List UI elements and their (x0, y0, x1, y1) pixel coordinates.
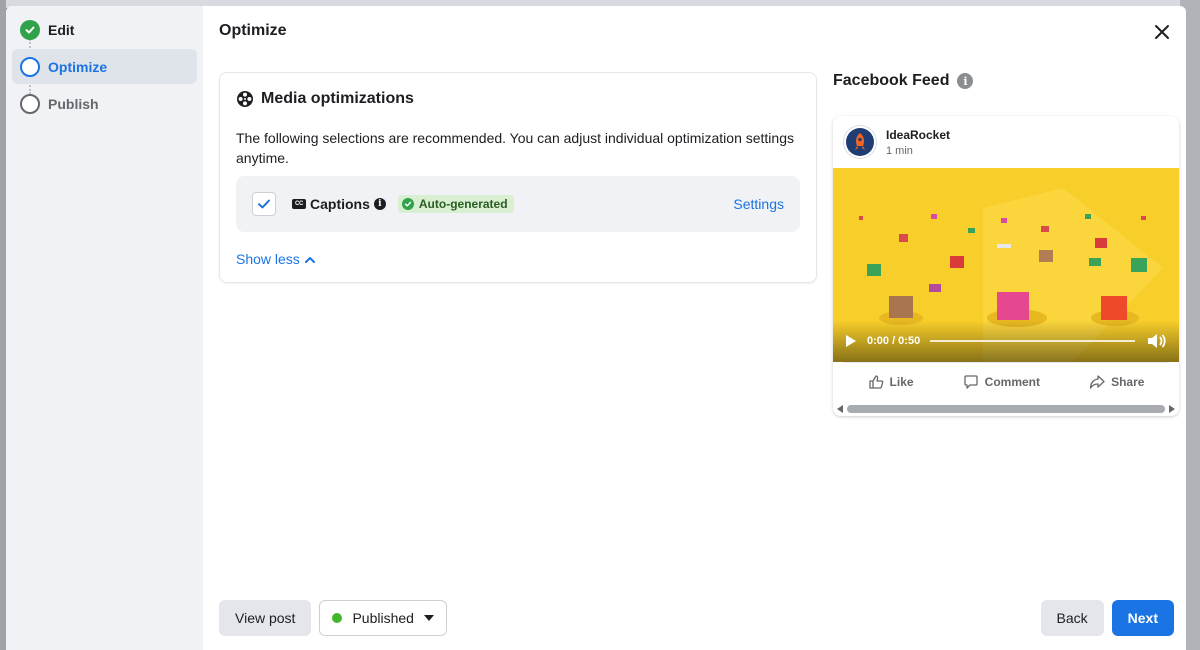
rocket-logo-icon (846, 128, 874, 156)
film-reel-icon (237, 91, 253, 107)
check-circle-icon (401, 198, 414, 210)
captions-label: Captions (310, 196, 370, 212)
closed-captions-icon: CC (292, 199, 306, 209)
page-title: Optimize (219, 22, 287, 39)
preview-title-label: Facebook Feed (833, 72, 950, 89)
step-publish[interactable]: Publish (12, 86, 197, 121)
view-post-button[interactable]: View post (219, 600, 312, 636)
settings-link[interactable]: Settings (733, 196, 784, 212)
checkmark-icon (258, 199, 270, 209)
horizontal-scrollbar[interactable] (833, 402, 1179, 416)
share-icon (1089, 374, 1105, 389)
card-description: The following selections are recommended… (236, 130, 794, 166)
comment-icon (964, 374, 978, 389)
main-panel: Optimize Media optimizations The followi… (203, 6, 1186, 650)
show-less-label: Show less (236, 251, 300, 267)
scroll-left-icon[interactable] (837, 405, 843, 413)
captions-checkbox[interactable] (252, 192, 276, 216)
post-meta: IdeaRocket 1 min (886, 128, 950, 157)
preview-title: Facebook Feed i (833, 72, 974, 90)
scrollbar-thumb[interactable] (847, 405, 1165, 413)
auto-generated-badge: Auto-generated (397, 195, 514, 213)
step-label: Edit (48, 21, 75, 38)
video-scrubber[interactable] (930, 340, 1135, 342)
post-dialog: Edit Optimize Publish Optimize Media opt… (6, 6, 1186, 650)
card-title: Media optimizations (261, 90, 414, 107)
info-glyph: i (963, 74, 968, 88)
chevron-up-icon (304, 256, 315, 263)
volume-icon[interactable] (1147, 333, 1167, 349)
footer-right: Back Next (1040, 600, 1174, 636)
show-less-link[interactable]: Show less (236, 251, 315, 267)
close-icon (1155, 25, 1169, 39)
video-controls: 0:00 / 0:50 (833, 320, 1179, 362)
step-label: Optimize (48, 58, 108, 75)
close-button[interactable] (1150, 20, 1174, 44)
share-button[interactable]: Share (1089, 374, 1144, 390)
info-icon[interactable]: i (373, 198, 386, 210)
info-icon[interactable]: i (957, 73, 974, 89)
post-time: 1 min (886, 144, 913, 157)
video-player[interactable]: 0:00 / 0:50 (833, 168, 1179, 362)
card-header: Media optimizations (236, 90, 800, 108)
share-label: Share (1111, 374, 1145, 389)
steps-sidebar: Edit Optimize Publish (6, 6, 203, 650)
pending-step-circle-icon (20, 93, 40, 114)
scroll-right-icon[interactable] (1169, 405, 1175, 413)
caret-down-icon (423, 615, 434, 621)
footer-left: View post Published (219, 600, 447, 636)
info-glyph: i (378, 199, 382, 209)
play-icon[interactable] (845, 334, 857, 348)
feed-post-preview: IdeaRocket 1 min 0:00 / 0:50 Like Commen… (833, 116, 1179, 416)
check-circle-icon (20, 19, 40, 40)
page-name[interactable]: IdeaRocket (886, 128, 950, 142)
post-actions: Like Comment Share (843, 362, 1169, 400)
post-header: IdeaRocket 1 min (833, 116, 1179, 168)
comment-button[interactable]: Comment (963, 374, 1040, 390)
like-label: Like (889, 374, 914, 389)
media-optimizations-card: Media optimizations The following select… (219, 72, 817, 283)
captions-option-row: CC Captions i Auto-generated Settings (236, 176, 800, 232)
next-button[interactable]: Next (1111, 600, 1174, 636)
step-optimize[interactable]: Optimize (12, 49, 197, 84)
status-dot-icon (332, 613, 343, 623)
status-label: Published (352, 610, 414, 626)
video-timecode: 0:00 / 0:50 (867, 335, 921, 347)
cc-glyph: CC (294, 201, 304, 207)
avatar[interactable] (843, 125, 877, 159)
publish-status-dropdown[interactable]: Published (319, 600, 447, 636)
like-button[interactable]: Like (868, 374, 914, 390)
active-step-circle-icon (20, 56, 40, 77)
thumbs-up-icon (868, 374, 883, 389)
back-button[interactable]: Back (1040, 600, 1104, 636)
step-label: Publish (48, 95, 99, 112)
badge-label: Auto-generated (418, 197, 508, 211)
step-edit[interactable]: Edit (12, 12, 197, 47)
comment-label: Comment (984, 374, 1040, 389)
